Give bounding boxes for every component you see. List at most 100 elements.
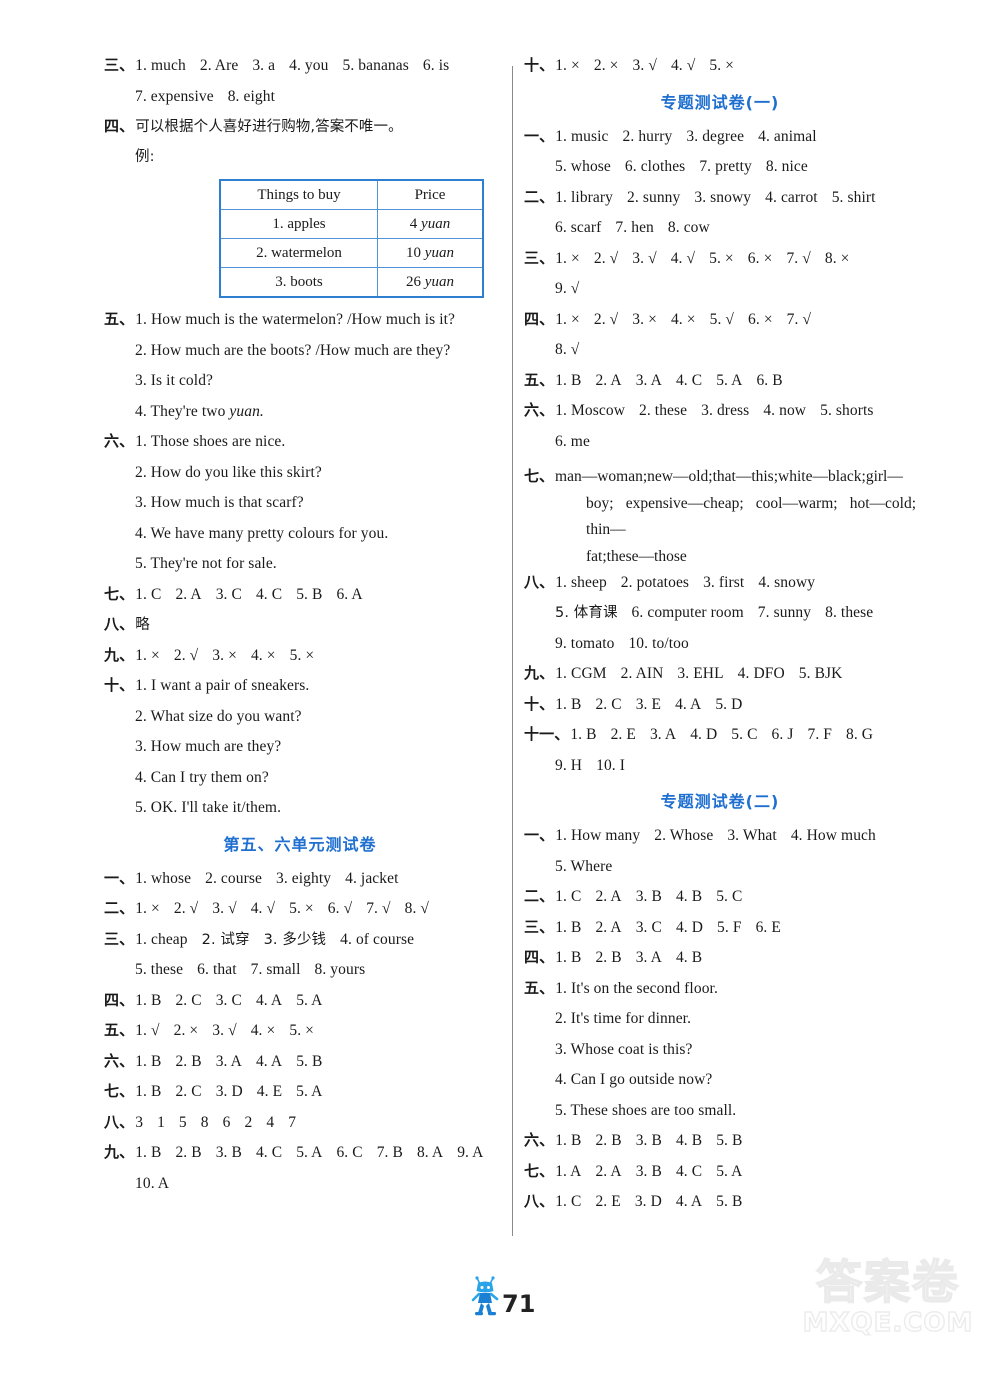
answer-group: 五、 1. B 2. A 3. A 4. C 5. A 6. B bbox=[524, 372, 916, 389]
answer-item: 1. A bbox=[555, 1162, 582, 1180]
answer-line: 一、 1. How many 2. Whose 3. What 4. How much bbox=[524, 828, 916, 844]
answer-example-label: 例: bbox=[104, 149, 496, 165]
answer-sentence: 1. It's on the second floor. bbox=[555, 979, 718, 997]
answer-item: 7. sunny bbox=[757, 604, 812, 622]
answer-item: 9. H bbox=[555, 756, 583, 774]
answer-sentence: 2. How much are the boots? /How much are… bbox=[135, 341, 451, 359]
answer-group: 三、 1. much 2. Are 3. a 4. you 5. bananas 6. is… bbox=[104, 58, 496, 104]
answer-group-marker: 七、 bbox=[524, 468, 555, 485]
answer-item: 4. × bbox=[250, 1022, 276, 1039]
answer-item-list: 1. Moscow 2. these 3. dress 4. now 5. shorts bbox=[555, 403, 916, 419]
answer-group: 二、 1. library 2. sunny 3. snowy 4. carrot 5. … bbox=[524, 188, 916, 236]
answer-item: 6. √ bbox=[327, 900, 353, 917]
answer-item: 1. × bbox=[135, 646, 160, 664]
answer-item: 2. A bbox=[595, 888, 622, 906]
answer-group: 六、 1. B 2. B 3. A 4. A 5. B bbox=[104, 1052, 496, 1070]
answer-item: 2. A bbox=[175, 585, 202, 603]
answer-item-list: 1. B 2. B 3. A 4. A 5. B bbox=[135, 1052, 496, 1070]
answer-sentence: 3. How much are they? bbox=[135, 738, 282, 755]
answer-item: 8. √ bbox=[555, 341, 580, 358]
answer-item: 2. E bbox=[595, 1193, 621, 1211]
answer-item: 4. you bbox=[289, 57, 329, 74]
answer-line: 2. It's time for dinner. bbox=[524, 1011, 916, 1027]
right-column: 十、 1. × 2. × 3. √ 4. √ 5. × 专题测试卷(一) 一、 1. music… bbox=[524, 58, 916, 1225]
answer-line: 五、 1. √ 2. × 3. √ 4. × 5. × bbox=[104, 1023, 496, 1039]
answer-line: 5. Where bbox=[524, 858, 916, 875]
answer-item: 2. potatoes bbox=[620, 573, 690, 591]
answer-group-marker: 六、 bbox=[524, 1132, 555, 1150]
answer-item: 4. A bbox=[255, 1052, 283, 1070]
answer-item: 1. B bbox=[135, 1083, 162, 1100]
answer-line: 四、 1. B 2. B 3. A 4. B bbox=[524, 950, 916, 966]
answer-item: 2. these bbox=[639, 402, 688, 419]
answer-item-list: 1. B 2. A 3. C 4. D 5. F 6. E bbox=[555, 918, 916, 936]
answer-sentence: 4. Can I try them on? bbox=[135, 768, 269, 786]
answer-item: 1. library bbox=[555, 188, 614, 206]
answer-group-marker: 十、 bbox=[524, 695, 555, 713]
site-watermark: 答案卷 MXQE.COM bbox=[788, 1257, 988, 1368]
answer-item: 2. √ bbox=[593, 249, 619, 267]
answer-line: 六、 1. Those shoes are nice. bbox=[104, 434, 496, 450]
answer-item: 2. C bbox=[595, 695, 622, 713]
answer-item: 5. D bbox=[715, 695, 743, 713]
answer-sentence: 5. They're not for sale. bbox=[135, 555, 277, 572]
answer-group: 六、 1. Those shoes are nice. 2. How do you … bbox=[104, 434, 496, 572]
answer-line: 5. whose 6. clothes 7. pretty 8. nice bbox=[524, 159, 916, 175]
column-divider bbox=[512, 66, 513, 1236]
answer-group-marker: 七、 bbox=[524, 1162, 555, 1180]
answer-line: 3. Is it cold? bbox=[104, 373, 496, 389]
answer-line: 10. A bbox=[104, 1175, 496, 1192]
answer-item: 1. B bbox=[135, 1052, 162, 1070]
answer-item-list: 1. C 2. A 3. C 4. C 5. B 6. A bbox=[135, 585, 496, 603]
italic-term: yuan bbox=[421, 215, 451, 232]
answer-line: 五、 1. It's on the second floor. bbox=[524, 981, 916, 997]
answer-item: 1. B bbox=[135, 1144, 162, 1161]
answer-item: 7. √ bbox=[786, 249, 811, 267]
answer-item: 2. hurry bbox=[622, 127, 673, 145]
answer-item: 4. C bbox=[675, 1162, 703, 1180]
table-cell: 10 yuan bbox=[377, 238, 484, 268]
answer-item: 8. × bbox=[824, 249, 850, 267]
answer-item: 6 bbox=[222, 1113, 231, 1131]
answer-item-list: 1. library 2. sunny 3. snowy 4. carrot 5. sh… bbox=[555, 188, 916, 206]
answer-item: 2. B bbox=[175, 1144, 202, 1161]
answer-group-marker: 八、 bbox=[104, 1113, 135, 1131]
answer-group: 七、 1. B 2. C 3. D 4. E 5. A bbox=[104, 1084, 496, 1100]
answer-item-list: 1. whose 2. course 3. eighty 4. jacket bbox=[135, 870, 496, 887]
answer-item: 4. carrot bbox=[765, 188, 818, 206]
answer-group-marker: 五、 bbox=[104, 311, 135, 328]
answer-item: 5. BJK bbox=[798, 665, 843, 683]
answer-item: 2. A bbox=[595, 1162, 622, 1180]
answer-item: 8. yours bbox=[314, 961, 366, 978]
test-section-heading: 第五、六单元测试卷 bbox=[223, 834, 377, 854]
answer-item: 4. √ bbox=[250, 900, 276, 917]
answer-item: 4. animal bbox=[758, 127, 817, 145]
answer-item-list: 5. 体育课 6. computer room 7. sunny 8. these bbox=[524, 605, 916, 621]
answer-sentence: 4. We have many pretty colours for you. bbox=[135, 524, 389, 542]
page-number: 71 bbox=[502, 1290, 536, 1318]
answer-item: 6. E bbox=[755, 918, 781, 936]
answer-group: 七、 1. A 2. A 3. B 4. C 5. A bbox=[524, 1162, 916, 1180]
answer-item: 5. B bbox=[716, 1193, 743, 1211]
table-cell: 2. watermelon bbox=[219, 238, 378, 268]
answer-sentence: 4. Can I go outside now? bbox=[555, 1071, 713, 1089]
answer-group: 九、 1. CGM 2. AIN 3. EHL 4. DFO 5. BJK bbox=[524, 666, 916, 682]
answer-item: 4. D bbox=[675, 918, 704, 936]
answer-sentence: 2. What size do you want? bbox=[135, 707, 302, 725]
answer-item: 3 bbox=[135, 1113, 144, 1131]
answer-group-marker: 四、 bbox=[524, 310, 555, 328]
answer-item: 5. C bbox=[716, 888, 743, 906]
answer-item-list: 5. these 6. that 7. small 8. yours bbox=[104, 962, 496, 978]
answer-line: 六、 1. Moscow 2. these 3. dress 4. now 5. shor… bbox=[524, 403, 916, 419]
answer-line: 7. expensive 8. eight bbox=[104, 87, 496, 105]
answer-group-marker: 六、 bbox=[104, 433, 135, 450]
answer-group-marker: 三、 bbox=[104, 57, 135, 74]
answer-paragraph-line: fat;these—those bbox=[586, 547, 687, 565]
answer-item: 8. eight bbox=[227, 87, 275, 105]
answer-item: 5. B bbox=[716, 1132, 743, 1150]
answer-group-marker: 十一、 bbox=[524, 726, 570, 744]
answer-item: 5. A bbox=[296, 1083, 323, 1100]
answer-group-marker: 四、 bbox=[104, 118, 135, 135]
italic-term: yuan bbox=[424, 244, 454, 261]
answer-line: 十、 1. B 2. C 3. E 4. A 5. D bbox=[524, 695, 916, 713]
